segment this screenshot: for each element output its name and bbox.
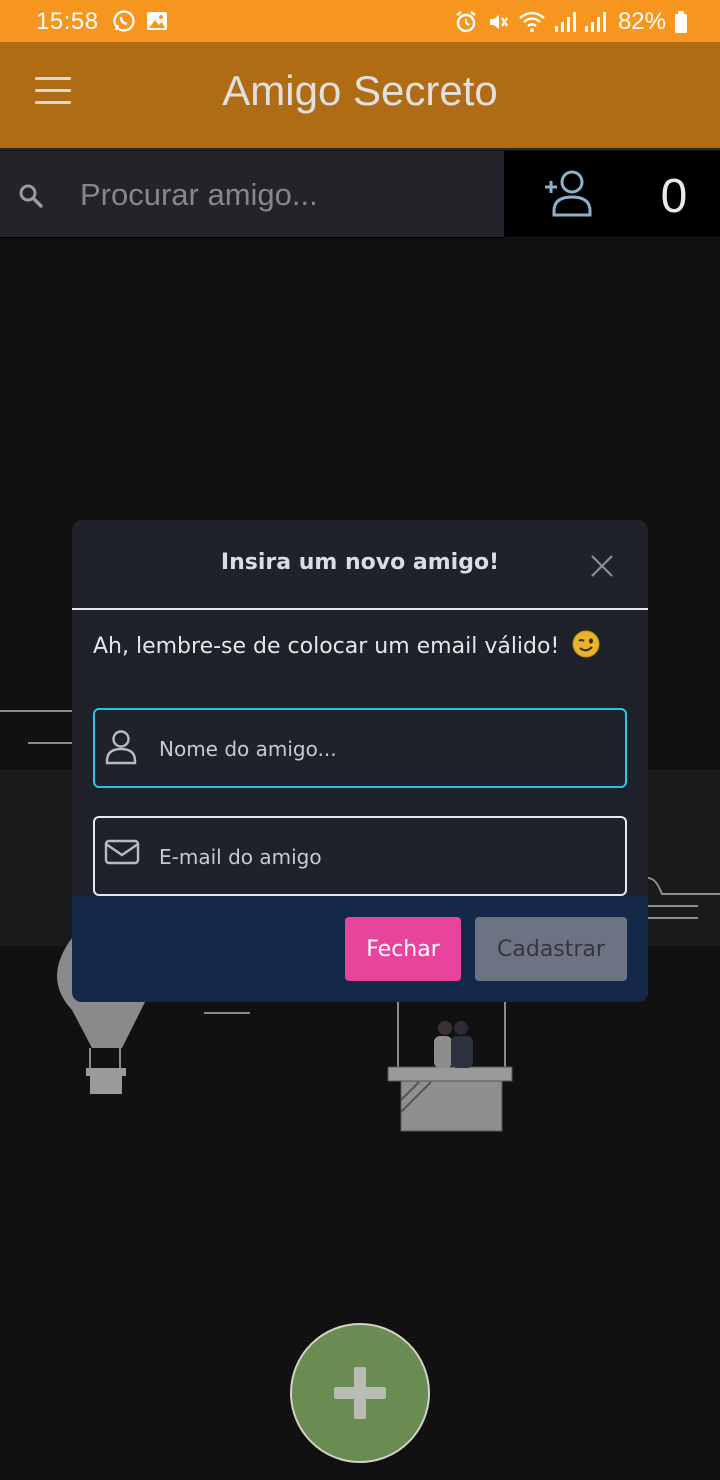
add-friend-dialog: Insira um novo amigo! Ah, lembre-se de c… (72, 520, 648, 1002)
submit-button[interactable]: Cadastrar (475, 917, 627, 981)
close-icon[interactable] (590, 554, 614, 578)
close-button[interactable]: Fechar (345, 917, 461, 981)
name-field (93, 708, 627, 788)
search-bar (0, 151, 504, 238)
app-bar: Amigo Secreto (0, 42, 720, 150)
alarm-icon (454, 10, 478, 34)
search-input[interactable] (78, 171, 482, 219)
add-button[interactable] (290, 1323, 430, 1463)
dialog-title: Insira um novo amigo! (220, 550, 500, 575)
dialog-footer: Fechar Cadastrar (72, 896, 648, 1002)
friend-count: 0 (660, 170, 688, 223)
envelope-icon (104, 837, 140, 871)
email-field (93, 816, 627, 896)
wifi-icon (518, 10, 546, 34)
name-input[interactable] (157, 728, 601, 770)
image-icon (145, 9, 169, 33)
user-icon (104, 729, 138, 769)
search-icon (18, 183, 44, 213)
battery-icon (674, 10, 688, 34)
friend-counter: 0 (504, 151, 720, 237)
status-time: 15:58 (36, 8, 99, 35)
battery-percent: 82% (617, 8, 666, 35)
signal-icon (584, 10, 606, 34)
page-title: Amigo Secreto (222, 67, 498, 114)
signal-icon (554, 10, 576, 34)
plus-icon (334, 1367, 386, 1419)
search-row: 0 (0, 151, 720, 238)
add-friend-icon[interactable] (542, 167, 596, 225)
mute-icon (486, 10, 510, 34)
dialog-body: Ah, lembre-se de colocar um email válido… (72, 610, 648, 896)
whatsapp-icon (112, 9, 136, 33)
status-bar: 15:58 82% (0, 0, 720, 42)
dialog-message: Ah, lembre-se de colocar um email válido… (93, 634, 560, 659)
dialog-header: Insira um novo amigo! (72, 520, 648, 610)
email-input[interactable] (157, 836, 601, 878)
wink-emoji-icon (572, 630, 600, 664)
